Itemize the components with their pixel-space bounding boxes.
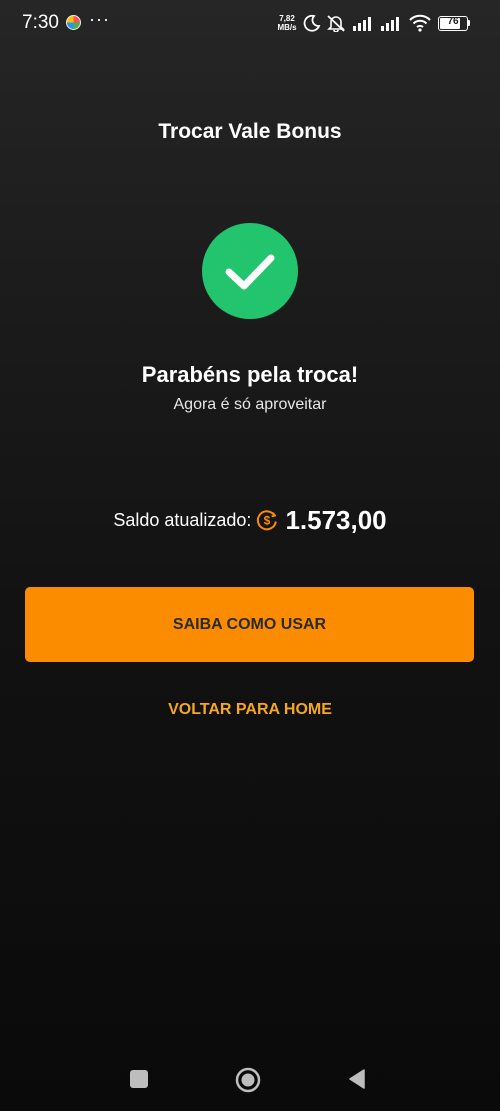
signal-icon bbox=[381, 17, 399, 31]
moon-icon bbox=[303, 14, 321, 32]
recents-square-icon[interactable] bbox=[130, 1070, 148, 1088]
network-speed-unit: MB/s bbox=[277, 23, 297, 32]
balance-row: Saldo atualizado: $ 1.573,00 bbox=[0, 503, 500, 537]
muted-bell-icon bbox=[327, 15, 345, 32]
battery-level: 76 bbox=[447, 16, 459, 27]
page-title: Trocar Vale Bonus bbox=[158, 120, 342, 143]
home-circle-icon[interactable] bbox=[235, 1067, 261, 1093]
battery-cap bbox=[468, 20, 470, 26]
wifi-icon bbox=[409, 14, 431, 32]
status-time: 7:30 bbox=[22, 12, 59, 33]
svg-text:$: $ bbox=[264, 514, 271, 528]
battery-icon: 76 bbox=[438, 16, 468, 31]
signal-icon bbox=[353, 17, 371, 31]
network-speed: 7,82 MB/s bbox=[275, 14, 299, 32]
app-notification-icon bbox=[66, 15, 81, 30]
checkmark-icon bbox=[225, 254, 275, 290]
network-speed-value: 7,82 bbox=[279, 14, 295, 23]
voltar-para-home-link[interactable]: VOLTAR PARA HOME bbox=[0, 701, 500, 719]
balance-value: 1.573,00 bbox=[285, 504, 387, 535]
back-triangle-icon[interactable] bbox=[348, 1068, 366, 1090]
more-dots-icon: ··· bbox=[89, 9, 110, 29]
coin-icon: $ bbox=[257, 510, 278, 531]
balance-label: Saldo atualizado: bbox=[113, 509, 252, 530]
success-subtitle: Agora é só aproveitar bbox=[173, 396, 327, 413]
success-title: Parabéns pela troca! bbox=[141, 362, 359, 387]
saiba-como-usar-button[interactable]: SAIBA COMO USAR bbox=[25, 587, 474, 662]
status-bar: 7:30 ··· 7,82 MB/s 76 bbox=[0, 0, 500, 46]
success-badge bbox=[202, 223, 298, 319]
